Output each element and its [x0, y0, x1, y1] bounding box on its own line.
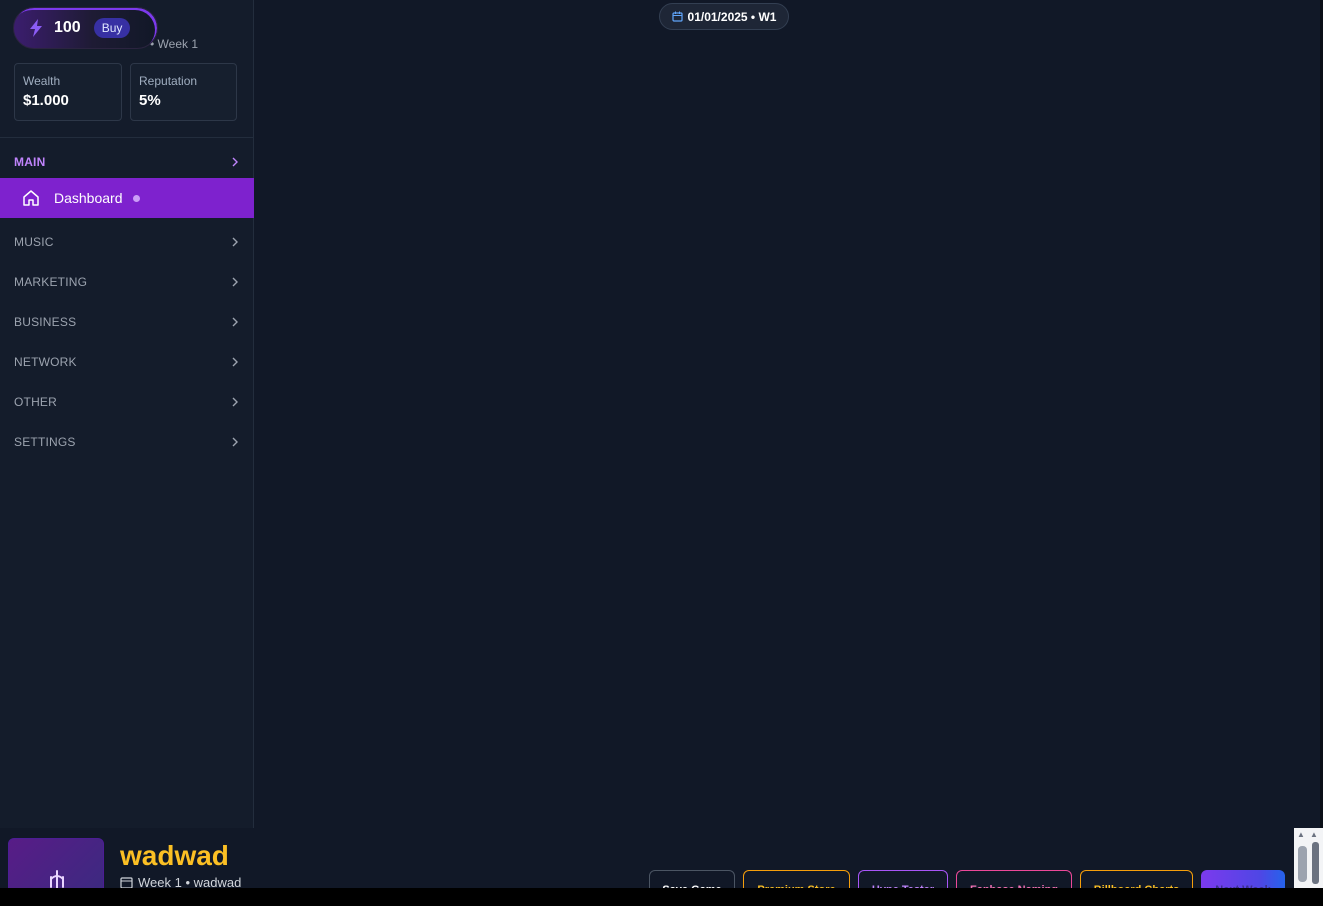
- date-label: 01/01/2025 • W1: [687, 9, 777, 24]
- calendar-icon: [120, 877, 133, 888]
- nav-section-main[interactable]: MAIN: [0, 142, 254, 182]
- billboard-charts-button[interactable]: Billboard Charts: [1080, 870, 1193, 888]
- fanbase-naming-button[interactable]: Fanbase Naming: [956, 870, 1072, 888]
- nav-section-label: MUSIC: [14, 235, 54, 249]
- scroll-up-arrow[interactable]: ▲: [1310, 830, 1318, 839]
- chevron-right-icon: [232, 357, 238, 367]
- artist-subtitle: Week 1 • wadwad: [120, 875, 241, 888]
- nav-section-business[interactable]: BUSINESS: [0, 302, 254, 342]
- chevron-right-icon: [232, 437, 238, 447]
- sidebar: • Week 1 100 Buy Wealth $1.000 Reputatio…: [0, 0, 254, 828]
- scroll-up-arrow[interactable]: ▲: [1297, 830, 1305, 839]
- wealth-value: $1.000: [23, 92, 69, 109]
- scrollbar-thumb[interactable]: [1312, 842, 1319, 884]
- sidebar-item-label: Dashboard: [54, 190, 123, 206]
- home-icon: [23, 190, 39, 206]
- album-cover[interactable]: [8, 838, 104, 888]
- save-game-button[interactable]: Save Game: [649, 870, 735, 888]
- buy-energy-button[interactable]: Buy: [93, 18, 131, 38]
- premium-store-button[interactable]: Premium Store: [743, 870, 850, 888]
- energy-counter: 100 Buy: [13, 7, 158, 49]
- nav-section-label: MAIN: [14, 155, 46, 169]
- artist-name: wadwad: [120, 840, 229, 871]
- microphone-icon: [50, 870, 64, 888]
- nav-section-label: BUSINESS: [14, 315, 77, 329]
- active-indicator: [132, 194, 140, 202]
- next-week-button[interactable]: Next Week: [1201, 870, 1285, 888]
- nav-section-music[interactable]: MUSIC: [0, 222, 254, 262]
- nav-section-other[interactable]: OTHER: [0, 382, 254, 422]
- wealth-card: Wealth $1.000: [14, 63, 122, 121]
- reputation-card: Reputation 5%: [130, 63, 237, 121]
- nav-section-settings[interactable]: SETTINGS: [0, 422, 254, 462]
- nav-section-marketing[interactable]: MARKETING: [0, 262, 254, 302]
- nav-section-network[interactable]: NETWORK: [0, 342, 254, 382]
- chevron-right-icon: [232, 277, 238, 287]
- nav-section-label: MARKETING: [14, 275, 88, 289]
- scrollbar-thumb[interactable]: [1298, 846, 1307, 882]
- chevron-right-icon: [232, 237, 238, 247]
- date-chip: 01/01/2025 • W1: [659, 3, 789, 30]
- nav-section-label: SETTINGS: [14, 435, 76, 449]
- sidebar-item-dashboard[interactable]: Dashboard: [0, 178, 254, 218]
- hype-tester-button[interactable]: Hype Tester: [858, 870, 948, 888]
- nav-section-label: NETWORK: [14, 355, 77, 369]
- chevron-right-icon: [232, 157, 238, 167]
- reputation-value: 5%: [139, 92, 161, 109]
- energy-value: 100: [54, 19, 81, 36]
- nav-section-label: OTHER: [14, 395, 57, 409]
- week-label: • Week 1: [150, 37, 198, 51]
- game-screen: • Week 1 100 Buy Wealth $1.000 Reputatio…: [0, 0, 1323, 888]
- sidebar-header: • Week 1 100 Buy Wealth $1.000 Reputatio…: [0, 0, 253, 138]
- taskbar-edge: [0, 888, 1323, 906]
- chevron-right-icon: [232, 397, 238, 407]
- wealth-label: Wealth: [23, 74, 61, 88]
- calendar-icon: [671, 11, 683, 22]
- chevron-right-icon: [232, 317, 238, 327]
- reputation-label: Reputation: [139, 74, 198, 88]
- bolt-icon: [30, 19, 42, 37]
- artist-subtitle-text: Week 1 • wadwad: [138, 875, 242, 888]
